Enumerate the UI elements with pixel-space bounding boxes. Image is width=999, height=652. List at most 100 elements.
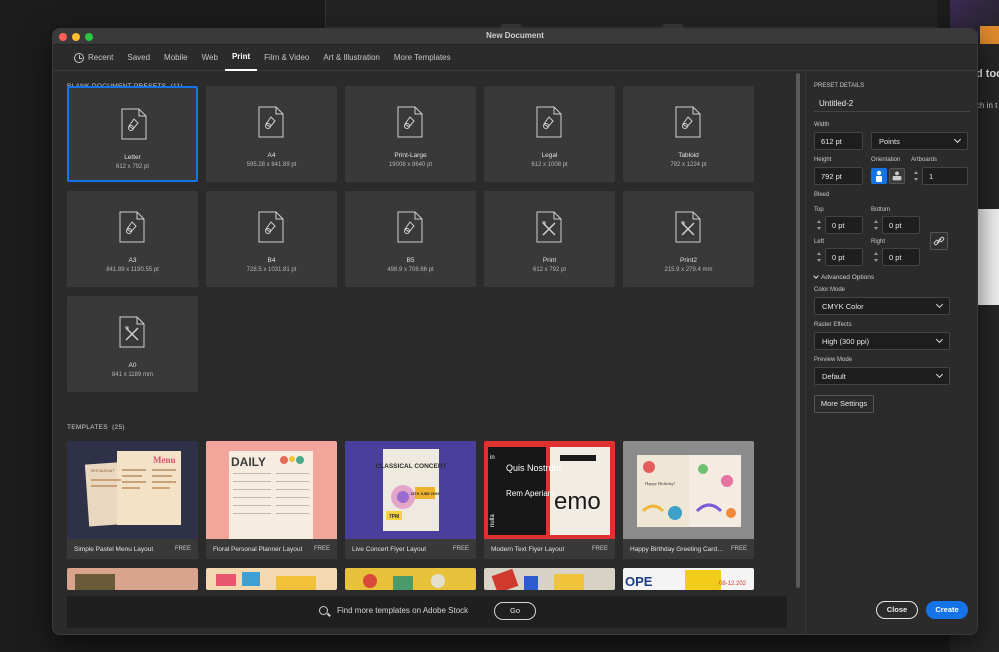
new-document-dialog: New Document Recent Saved Mobile Web Pri… — [52, 28, 978, 635]
background-text: ch in t — [976, 101, 998, 110]
thumb-shape — [75, 574, 115, 590]
free-badge: FREE — [174, 546, 191, 552]
document-brush-icon — [121, 108, 147, 140]
preset-card-b5[interactable]: B5 498.9 x 708.66 pt — [345, 191, 476, 287]
preset-name: A4 — [267, 152, 276, 159]
preset-card-a4[interactable]: A4 595.28 x 841.89 pt — [206, 86, 337, 182]
bleed-right-stepper[interactable] — [871, 248, 881, 266]
stock-search-text[interactable]: Find more templates on Adobe Stock — [337, 606, 468, 615]
template-card-partial[interactable]: OPE 08-12.202 — [623, 568, 754, 590]
width-field[interactable]: 612 pt — [814, 132, 863, 150]
document-name-field[interactable]: Untitled-2 — [814, 96, 970, 112]
thumb-shape — [216, 574, 236, 586]
preset-size: 841 x 1189 mm — [112, 372, 153, 378]
chevron-down-icon — [953, 135, 962, 144]
portrait-orientation-button[interactable] — [871, 168, 887, 184]
link-bleed-button[interactable] — [930, 232, 948, 250]
chevron-down-icon — [935, 370, 944, 379]
tab-more-templates[interactable]: More Templates — [387, 45, 458, 71]
create-button[interactable]: Create — [926, 601, 968, 619]
template-name: Happy Birthday Greeting Card La... — [630, 546, 725, 553]
bleed-top-field[interactable]: 0 pt — [825, 216, 863, 234]
thumb-text: 13TH JUNE 20XX — [410, 492, 440, 496]
units-value: Points — [879, 136, 900, 146]
preset-size: 728.5 x 1031.81 pt — [246, 267, 297, 273]
template-card-modern-text[interactable]: Quis Nostrum Rem Aperiam in nulla emo Mo… — [484, 441, 615, 559]
preset-card-a3[interactable]: A3 841.89 x 1190.55 pt — [67, 191, 198, 287]
preset-card-tabloid[interactable]: Tabloid 792 x 1224 pt — [623, 86, 754, 182]
portrait-icon — [876, 170, 882, 182]
preset-card-b4[interactable]: B4 728.5 x 1031.81 pt — [206, 191, 337, 287]
preset-card-print-large[interactable]: Print-Large 19008 x 8640 pt — [345, 86, 476, 182]
thumb-text: Quis Nostrum — [506, 463, 561, 473]
color-mode-label: Color Mode — [814, 287, 846, 293]
template-card-birthday[interactable]: Happy Birthday! Happy Birthday Greeting … — [623, 441, 754, 559]
template-name: Simple Pastel Menu Layout — [74, 546, 154, 553]
thumb-shape — [685, 570, 721, 590]
thumb-text: CLASSICAL CONCERT — [375, 463, 446, 470]
height-field[interactable]: 792 pt — [814, 167, 863, 185]
scrollbar-thumb[interactable] — [796, 73, 800, 588]
chevron-down-icon — [813, 273, 819, 279]
advanced-options-toggle[interactable]: Advanced Options — [813, 273, 874, 281]
more-settings-button[interactable]: More Settings — [814, 395, 874, 413]
template-card-menu[interactable]: Menu RESTAURANT Simple Pastel Menu Layou… — [67, 441, 198, 559]
artboards-field[interactable]: 1 — [922, 167, 968, 185]
preview-mode-select[interactable]: Default — [814, 367, 950, 385]
preset-card-letter[interactable]: Letter 612 x 792 pt — [67, 86, 198, 182]
template-thumb-modern-text: Quis Nostrum Rem Aperiam in nulla emo — [484, 441, 615, 539]
bleed-left-label: Left — [814, 239, 825, 245]
template-card-partial[interactable] — [67, 568, 198, 590]
thumb-shape — [524, 576, 538, 590]
preset-details-panel: PRESET DETAILS Untitled-2 Width 612 pt P… — [805, 72, 977, 634]
thumb-shape — [276, 576, 316, 590]
thumb-shape — [554, 574, 584, 590]
thumb-shape — [491, 568, 519, 590]
window-title: New Document — [486, 31, 544, 40]
go-button[interactable]: Go — [494, 602, 536, 620]
landscape-orientation-button[interactable] — [889, 168, 905, 184]
bleed-left-stepper[interactable] — [814, 248, 824, 266]
color-mode-select[interactable]: CMYK Color — [814, 297, 950, 315]
bleed-top-stepper[interactable] — [814, 216, 824, 234]
free-badge: FREE — [730, 546, 747, 552]
preset-name: Print2 — [680, 257, 697, 264]
preset-card-legal[interactable]: Legal 612 x 1008 pt — [484, 86, 615, 182]
document-brush-icon — [675, 106, 701, 138]
tab-web[interactable]: Web — [195, 45, 225, 71]
preset-card-print[interactable]: Print 612 x 792 pt — [484, 191, 615, 287]
thumb-text: DAILY — [231, 455, 266, 469]
preset-name: Tabloid — [678, 152, 699, 159]
artboards-stepper[interactable] — [911, 167, 921, 185]
document-tools-icon — [536, 211, 562, 243]
height-label: Height — [814, 157, 832, 163]
bleed-bottom-stepper[interactable] — [871, 216, 881, 234]
tab-print[interactable]: Print — [224, 45, 258, 71]
template-card-partial[interactable] — [484, 568, 615, 590]
templates-count: (25) — [112, 424, 125, 431]
document-brush-icon — [397, 106, 423, 138]
preset-name: B4 — [267, 257, 276, 264]
bleed-right-field[interactable]: 0 pt — [882, 248, 920, 266]
preset-size: 215.9 x 279.4 mm — [664, 267, 713, 273]
tab-saved[interactable]: Saved — [120, 45, 157, 71]
template-card-partial[interactable] — [345, 568, 476, 590]
bleed-label: Bleed — [814, 192, 830, 198]
tab-recent[interactable]: Recent — [67, 45, 120, 71]
template-card-partial[interactable] — [206, 568, 337, 590]
template-card-concert[interactable]: CLASSICAL CONCERT 13TH JUNE 20XX 7PM Liv… — [345, 441, 476, 559]
bleed-bottom-field[interactable]: 0 pt — [882, 216, 920, 234]
bleed-left-field[interactable]: 0 pt — [825, 248, 863, 266]
preset-card-print2[interactable]: Print2 215.9 x 279.4 mm — [623, 191, 754, 287]
template-card-planner[interactable]: DAILY Floral Personal Planner Layout FRE… — [206, 441, 337, 559]
preset-name: A3 — [128, 257, 137, 264]
preset-card-a0[interactable]: A0 841 x 1189 mm — [67, 296, 198, 392]
preset-size: 498.9 x 708.66 pt — [387, 267, 434, 273]
content-scrollbar[interactable] — [795, 73, 801, 593]
tab-film-video[interactable]: Film & Video — [257, 45, 316, 71]
units-select[interactable]: Points — [871, 132, 968, 150]
tab-mobile[interactable]: Mobile — [157, 45, 195, 71]
close-button[interactable]: Close — [876, 601, 918, 619]
tab-art-illustration[interactable]: Art & Illustration — [316, 45, 386, 71]
raster-effects-select[interactable]: High (300 ppi) — [814, 332, 950, 350]
